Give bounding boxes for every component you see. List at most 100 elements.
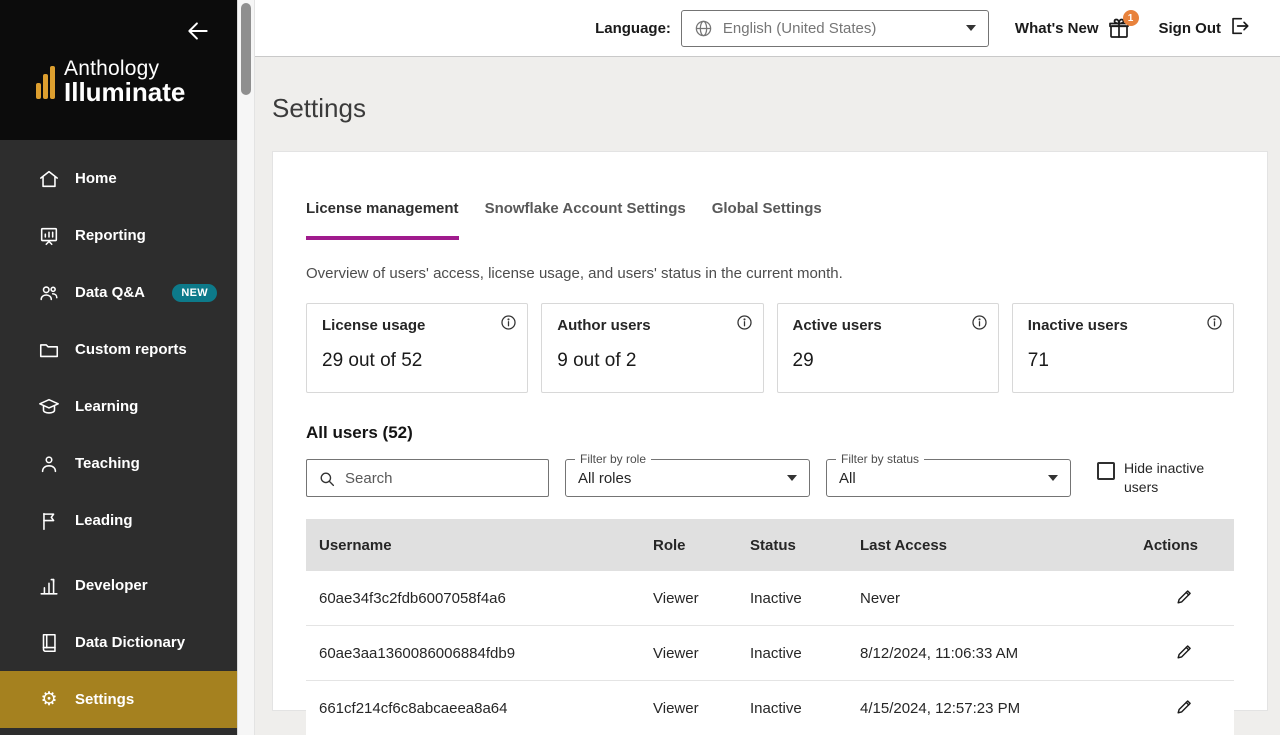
folder-icon [38,339,60,361]
tab-description: Overview of users' access, license usage… [306,265,843,282]
stat-value: 71 [1027,350,1049,371]
sign-out-label: Sign Out [1158,19,1222,37]
stat-value: 29 out of 52 [322,350,423,371]
filter-by-status-value: All [839,469,856,487]
brand-name: Anthology Illuminate [64,58,185,106]
gift-icon[interactable]: 1 [1107,10,1139,42]
whats-new-button[interactable]: What's New 1 [1014,10,1139,42]
cell-role: Viewer [653,699,699,717]
main-content: Settings License management Snowflake Ac… [255,57,1280,735]
sidebar-item-label: Learning [75,398,139,415]
sidebar-item-learning[interactable]: Learning [0,378,237,435]
gear-icon: ⚙ [40,689,58,710]
sidebar-item-developer[interactable]: Developer [0,557,237,614]
hide-inactive-control: Hide inactive users [1097,459,1210,497]
sidebar-header: Anthology Illuminate [0,0,237,140]
sidebar-item-label: Settings [75,691,135,708]
sign-out-button[interactable]: Sign Out [1159,15,1251,42]
sidebar-item-leading[interactable]: Leading [0,492,237,549]
cell-status: Inactive [750,699,802,717]
notification-count-badge: 1 [1122,10,1139,26]
reporting-icon [38,225,60,247]
hide-inactive-label: Hide inactive users [1124,460,1205,495]
tab-bar: License management Snowflake Account Set… [306,200,1234,240]
filter-by-role-value: All roles [578,469,632,487]
stat-card-inactive-users: Inactive users 71 [1011,303,1234,393]
sidebar-item-label: Leading [75,512,133,529]
sidebar-item-label: Data Dictionary [75,634,186,651]
edit-pencil-icon[interactable] [1175,642,1194,661]
cell-last-access: 4/15/2024, 12:57:23 PM [860,699,1021,717]
cell-role: Viewer [653,589,699,607]
stat-card-license-usage: License usage 29 out of 52 [306,303,529,393]
all-users-heading: All users (52) [306,423,413,442]
stats-row: License usage 29 out of 52 Author users … [306,303,1234,393]
info-icon[interactable] [1206,314,1223,331]
topbar: Language: English (United States) What's… [255,0,1280,57]
filter-by-role-select[interactable]: Filter by role All roles [565,452,810,497]
vertical-scrollbar[interactable] [237,0,255,735]
sidebar-item-label: Reporting [75,227,146,244]
hide-inactive-checkbox[interactable] [1097,462,1115,481]
search-input[interactable] [307,460,548,496]
col-header-last-access: Last Access [860,536,947,554]
stat-value: 29 [792,350,814,371]
sidebar-item-settings[interactable]: ⚙ Settings [0,671,237,728]
stat-label: Active users [792,317,882,334]
stat-card-active-users: Active users 29 [776,303,999,393]
tab-license-management[interactable]: License management [306,200,459,240]
info-icon[interactable] [971,314,988,331]
col-header-status: Status [750,536,796,554]
language-select[interactable]: English (United States) [680,9,989,47]
chevron-down-icon [1048,475,1058,481]
stat-card-author-users: Author users 9 out of 2 [541,303,764,393]
sidebar: Anthology Illuminate Home Reporting Data… [0,0,237,735]
sidebar-item-data-dictionary[interactable]: Data Dictionary [0,614,237,671]
sidebar-item-label: Custom reports [75,341,187,358]
filter-by-role-label: Filter by role [575,452,652,466]
table-row: 60ae34f3c2fdb6007058f4a6 Viewer Inactive… [306,571,1234,626]
tab-global-settings[interactable]: Global Settings [712,200,822,240]
brand-line2: Illuminate [64,77,186,108]
filter-by-status-select[interactable]: Filter by status All [826,452,1071,497]
settings-card: License management Snowflake Account Set… [272,151,1268,735]
whats-new-label: What's New [1014,19,1099,37]
app-window: Anthology Illuminate Home Reporting Data… [0,0,1280,735]
brand-logo: Anthology Illuminate [36,58,185,106]
cell-username: 661cf214cf6c8abcaeea8a64 [319,699,508,717]
sidebar-item-reporting[interactable]: Reporting [0,207,237,264]
cell-role: Viewer [653,644,699,662]
table-header-row: Username Role Status Last Access Actions [306,519,1234,571]
col-header-actions: Actions [1143,536,1199,554]
table-row: 661cf214cf6c8abcaeea8a64 Viewer Inactive… [306,681,1234,735]
cell-status: Inactive [750,644,802,662]
info-icon[interactable] [500,314,517,331]
sidebar-menu: Home Reporting Data Q&A NEW Custom repor… [0,140,237,728]
scrollbar-thumb[interactable] [241,3,251,95]
info-icon[interactable] [736,314,753,331]
col-header-role: Role [653,536,686,554]
search-icon [320,472,335,487]
sidebar-item-teaching[interactable]: Teaching [0,435,237,492]
col-header-username: Username [319,536,392,554]
sidebar-item-label: Teaching [75,455,140,472]
edit-pencil-icon[interactable] [1175,587,1194,606]
edit-pencil-icon[interactable] [1175,697,1194,716]
sidebar-item-data-qa[interactable]: Data Q&A NEW [0,264,237,321]
data-qa-icon [38,282,60,304]
sidebar-item-custom-reports[interactable]: Custom reports [0,321,237,378]
tab-snowflake-account-settings[interactable]: Snowflake Account Settings [485,200,686,240]
sidebar-item-home[interactable]: Home [0,150,237,207]
cell-username: 60ae3aa1360086006884fdb9 [319,644,516,662]
page-title: Settings [272,93,366,123]
sign-out-icon [1228,15,1250,42]
teaching-icon [38,453,60,475]
anthology-logo-icon [36,65,56,106]
learning-icon [38,396,60,418]
brand-line1: Anthology [64,57,160,80]
language-value: English (United States) [722,19,877,37]
users-table: Username Role Status Last Access Actions… [306,519,1234,735]
sidebar-item-label: Developer [75,577,148,594]
stat-value: 9 out of 2 [557,350,637,371]
collapse-sidebar-arrow-icon[interactable] [185,18,211,44]
